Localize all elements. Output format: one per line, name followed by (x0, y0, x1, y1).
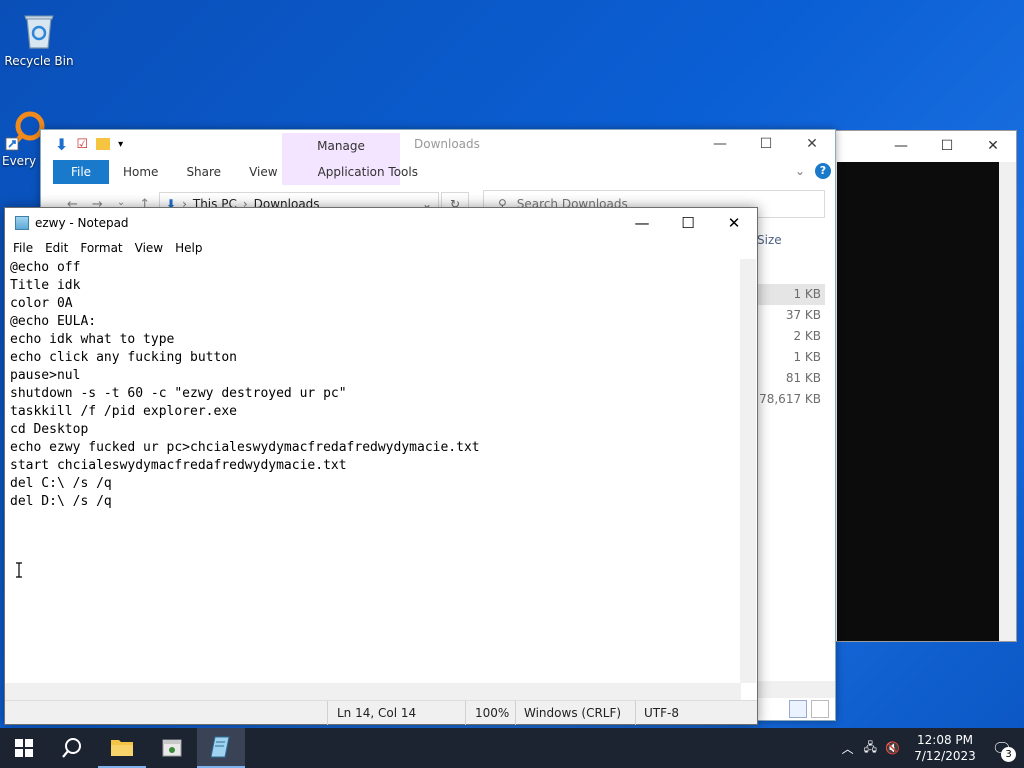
console-window[interactable]: — ☐ ✕ (820, 130, 1017, 642)
text-cursor-icon (14, 562, 24, 578)
search-button[interactable] (48, 728, 96, 768)
start-button[interactable] (0, 728, 48, 768)
zoom-level: 100% (475, 706, 510, 720)
text-editor[interactable]: @echo off Title idk color 0A @echo EULA:… (9, 259, 739, 689)
taskbar-file-explorer[interactable] (98, 728, 146, 768)
desktop-icon-label: Recycle Bin (4, 54, 74, 68)
clock-time: 12:08 PM (917, 733, 973, 747)
file-size[interactable]: 2 KB (757, 326, 825, 347)
down-arrow-icon[interactable]: ⬇ (55, 135, 68, 154)
column-header-size[interactable]: Size (757, 233, 782, 247)
minimize-button[interactable]: — (697, 130, 743, 158)
help-icon[interactable]: ? (815, 163, 831, 179)
notification-count-badge: 3 (1001, 747, 1016, 762)
new-folder-icon[interactable] (96, 138, 111, 150)
windows-logo-icon (15, 739, 33, 757)
quick-access-toolbar: ⬇ ☑ ▾ (41, 130, 123, 158)
recycle-bin-icon (17, 8, 61, 52)
menu-file[interactable]: File (7, 241, 39, 255)
explorer-horizontal-scrollbar[interactable] (757, 681, 835, 698)
tab-view[interactable]: View (235, 160, 291, 184)
clock[interactable]: 12:08 PM 7/12/2023 (910, 732, 980, 764)
manage-tab[interactable]: Manage (282, 139, 400, 153)
properties-icon[interactable]: ☑ (76, 137, 88, 152)
desktop-icon-recycle-bin[interactable]: Recycle Bin (1, 8, 77, 68)
tab-file[interactable]: File (53, 160, 109, 184)
file-size-list: 1 KB 37 KB 2 KB 1 KB 81 KB 78,617 KB (757, 284, 825, 410)
file-size[interactable]: 78,617 KB (757, 389, 825, 410)
file-size[interactable]: 37 KB (757, 305, 825, 326)
network-icon[interactable]: 🖧 (864, 738, 877, 759)
notepad-icon (211, 736, 230, 758)
minimize-button[interactable]: — (619, 208, 665, 238)
close-button[interactable]: ✕ (711, 208, 757, 238)
clock-date: 7/12/2023 (914, 749, 976, 763)
maximize-button[interactable]: ☐ (924, 131, 970, 161)
details-view-icon[interactable] (789, 700, 807, 718)
menu-edit[interactable]: Edit (39, 241, 74, 255)
window-title: ezwy - Notepad (35, 216, 129, 230)
file-size[interactable]: 81 KB (757, 368, 825, 389)
status-bar: Ln 14, Col 14 100% Windows (CRLF) UTF-8 (5, 700, 757, 725)
taskbar-app[interactable] (148, 728, 196, 768)
minimize-button[interactable]: — (878, 131, 924, 161)
maximize-button[interactable]: ☐ (743, 130, 789, 158)
system-tray: ︿ 🖧 🔇 12:08 PM 7/12/2023 🗨 3 (842, 728, 1024, 768)
ribbon-expand-icon[interactable]: ⌄ (795, 164, 805, 178)
close-button[interactable]: ✕ (789, 130, 835, 158)
file-size[interactable]: 1 KB (757, 347, 825, 368)
file-size[interactable]: 1 KB (757, 284, 825, 305)
maximize-button[interactable]: ☐ (665, 208, 711, 238)
menu-bar: File Edit Format View Help (5, 238, 757, 258)
app-window-icon (162, 739, 182, 757)
encoding: UTF-8 (644, 706, 679, 720)
console-screen[interactable] (837, 162, 999, 641)
show-hidden-icons-icon[interactable]: ︿ (842, 740, 854, 757)
window-title: Downloads (414, 137, 480, 151)
tab-home[interactable]: Home (109, 160, 172, 184)
qat-dropdown-icon[interactable]: ▾ (118, 139, 123, 150)
line-ending: Windows (CRLF) (524, 706, 622, 720)
close-button[interactable]: ✕ (970, 131, 1016, 161)
taskbar-notepad[interactable] (197, 728, 245, 768)
notepad-window[interactable]: ezwy - Notepad — ☐ ✕ File Edit Format Vi… (4, 207, 758, 725)
menu-format[interactable]: Format (74, 241, 128, 255)
console-scrollbar[interactable] (999, 162, 1016, 641)
notepad-icon (15, 216, 29, 230)
ribbon-tabs: File Home Share View Application Tools (41, 160, 432, 184)
menu-view[interactable]: View (129, 241, 169, 255)
console-titlebar[interactable]: — ☐ ✕ (821, 131, 1016, 161)
volume-muted-icon[interactable]: 🔇 (885, 741, 900, 755)
cursor-position: Ln 14, Col 14 (337, 706, 417, 720)
vertical-scrollbar[interactable] (740, 259, 756, 683)
tab-application-tools[interactable]: Application Tools (304, 160, 432, 184)
tab-share[interactable]: Share (172, 160, 235, 184)
search-icon (62, 738, 81, 758)
taskbar: ︿ 🖧 🔇 12:08 PM 7/12/2023 🗨 3 (0, 728, 1024, 768)
action-center-button[interactable]: 🗨 3 (980, 728, 1024, 768)
horizontal-scrollbar[interactable] (5, 683, 741, 700)
folder-icon (111, 740, 133, 756)
large-icons-view-icon[interactable] (811, 700, 829, 718)
menu-help[interactable]: Help (169, 241, 208, 255)
